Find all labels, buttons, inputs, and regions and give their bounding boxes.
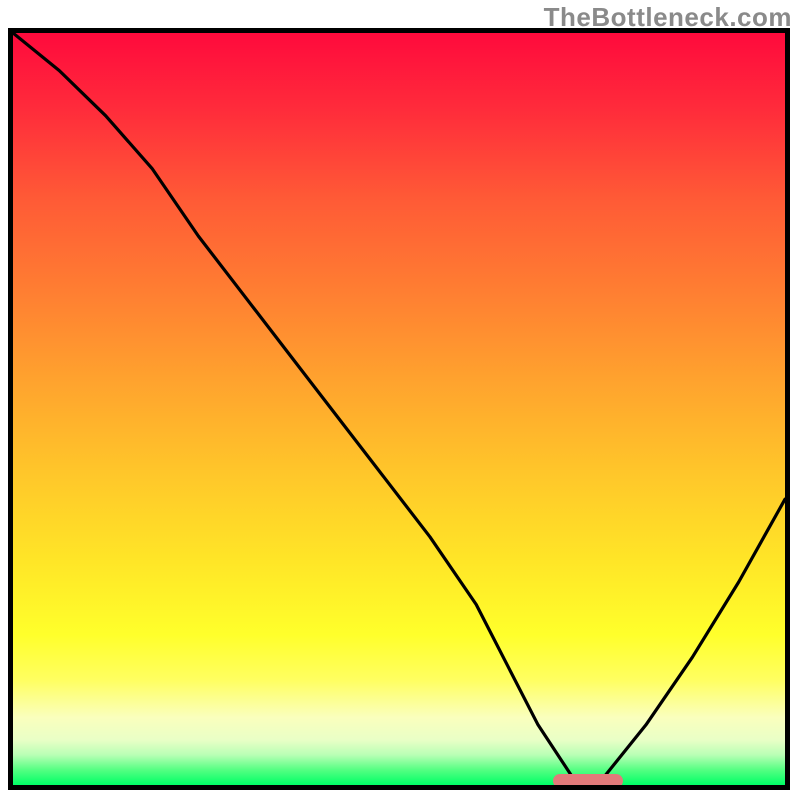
- optimal-range-marker: [553, 774, 622, 788]
- bottleneck-curve: [13, 33, 785, 785]
- watermark-text: TheBottleneck.com: [544, 2, 792, 33]
- plot-area: [8, 28, 790, 790]
- chart-frame: TheBottleneck.com: [0, 0, 800, 800]
